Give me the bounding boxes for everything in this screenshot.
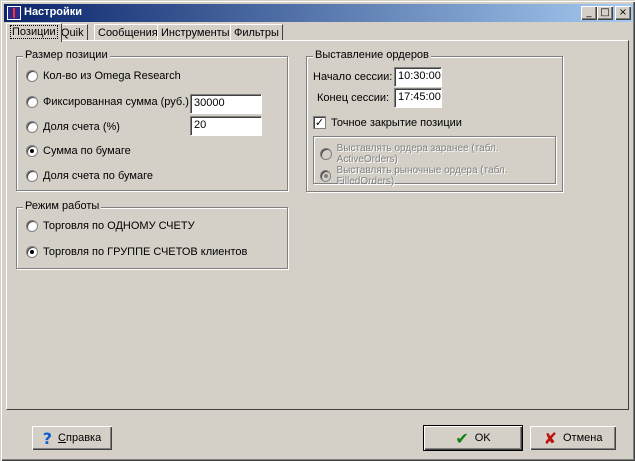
tab-filters[interactable]: Фильтры (230, 24, 283, 41)
radio-account-share[interactable]: Доля счета (%) (26, 121, 120, 133)
radio-dot[interactable] (26, 121, 38, 133)
tab-page-positions: Размер позиции Кол-во из Omega Research … (6, 40, 629, 410)
window-title: Настройки (24, 6, 83, 18)
radio-omega-quantity[interactable]: Кол-во из Omega Research (26, 70, 181, 82)
session-end-input[interactable]: 17:45:00 (394, 88, 442, 108)
radio-dot[interactable] (26, 246, 38, 258)
radio-dot[interactable] (26, 220, 38, 232)
position-size-legend: Размер позиции (23, 49, 110, 61)
orders-legend: Выставление ордеров (313, 49, 431, 61)
title-bar[interactable]: Настройки _ □ × (4, 4, 633, 22)
radio-account-group[interactable]: Торговля по ГРУППЕ СЧЕТОВ клиентов (26, 246, 247, 258)
radio-dot[interactable] (320, 148, 332, 160)
cancel-button[interactable]: ✘ Отмена (530, 426, 616, 450)
checkmark-icon[interactable]: ✓ (313, 116, 326, 129)
radio-share-per-security[interactable]: Доля счета по бумаге (26, 170, 153, 182)
help-button[interactable]: ? Справка (32, 426, 112, 450)
minimize-button[interactable]: _ (581, 6, 597, 20)
radio-fixed-sum[interactable]: Фиксированная сумма (руб.) (26, 96, 189, 108)
radio-orders-in-advance[interactable]: Выставлять ордера заранее (табл. ActiveO… (320, 143, 555, 165)
cross-icon: ✘ (543, 428, 557, 448)
account-share-input[interactable]: 20 (190, 116, 262, 136)
close-button[interactable]: × (615, 6, 631, 20)
order-mode-subgroup: Выставлять ордера заранее (табл. ActiveO… (313, 136, 556, 187)
radio-single-account[interactable]: Торговля по ОДНОМУ СЧЕТУ (26, 220, 195, 232)
position-size-group: Размер позиции Кол-во из Omega Research … (16, 49, 288, 191)
radio-dot[interactable] (26, 70, 38, 82)
radio-dot[interactable] (320, 170, 332, 182)
session-end-label: Конец сессии: (317, 92, 390, 104)
radio-dot[interactable] (26, 170, 38, 182)
checkmark-icon: ✔ (455, 428, 469, 448)
session-start-label: Начало сессии: (313, 71, 393, 83)
radio-market-orders[interactable]: Выставлять рыночные ордера (табл. Filled… (320, 165, 555, 187)
maximize-button[interactable]: □ (597, 6, 613, 20)
settings-window: Настройки _ □ × Позиции Quik Сообщения И… (0, 0, 635, 461)
app-icon (7, 6, 21, 20)
ok-button[interactable]: ✔ OK (423, 425, 523, 451)
question-icon: ? (42, 428, 53, 448)
mode-group: Режим работы Торговля по ОДНОМУ СЧЕТУ То… (16, 200, 288, 269)
exact-close-checkbox[interactable]: ✓ Точное закрытие позиции (313, 116, 462, 129)
orders-group: Выставление ордеров Начало сессии: 10:30… (306, 49, 563, 192)
radio-dot[interactable] (26, 96, 38, 108)
tab-tools[interactable]: Инструменты (157, 24, 234, 41)
radio-dot[interactable] (26, 145, 38, 157)
fixed-sum-input[interactable]: 30000 (190, 94, 262, 114)
mode-legend: Режим работы (23, 200, 102, 212)
tab-messages[interactable]: Сообщения (94, 24, 162, 41)
radio-sum-per-security[interactable]: Сумма по бумаге (26, 145, 131, 157)
tab-positions[interactable]: Позиции (6, 23, 62, 42)
session-start-input[interactable]: 10:30:00 (394, 67, 442, 87)
